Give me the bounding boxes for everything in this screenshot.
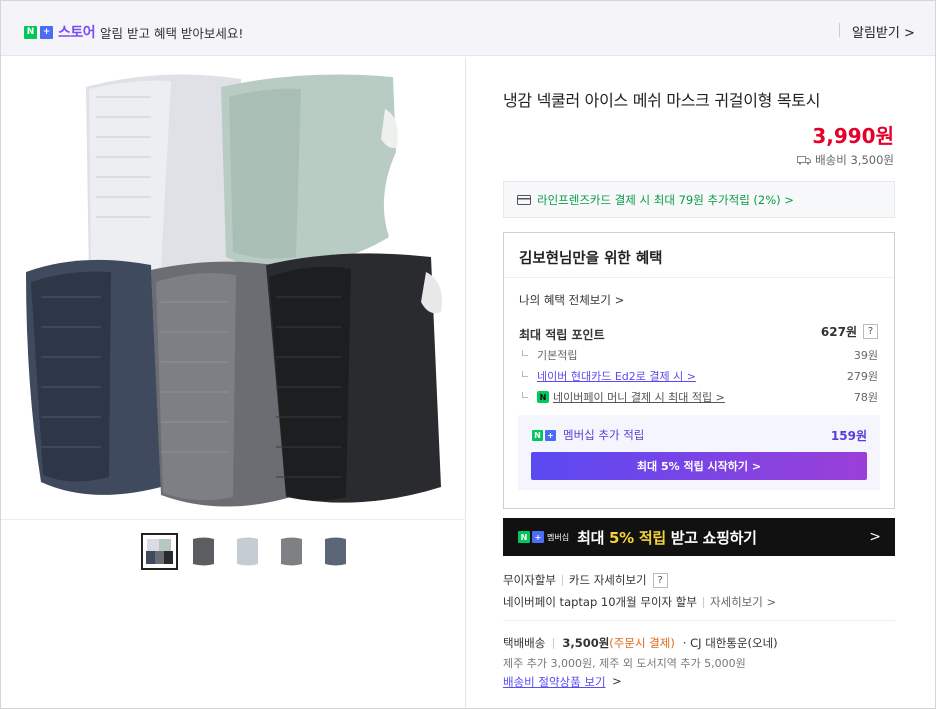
- nplus-icon: N +: [518, 531, 544, 543]
- thumbnail-2[interactable]: [185, 533, 222, 570]
- divider: [561, 574, 563, 586]
- tree-branch-icon: [522, 371, 528, 377]
- naver-pay-icon: N: [537, 391, 549, 403]
- max-points-label: 최대 적립 포인트: [519, 328, 605, 342]
- banner-text-suffix: 받고 쇼핑하기: [665, 528, 757, 547]
- delivery-extra-fee: 제주 추가 3,000원, 제주 외 도서지역 추가 5,000원: [503, 657, 746, 670]
- plus-icon: +: [545, 429, 556, 441]
- max-points-value: 627원: [820, 325, 857, 339]
- benefit-heading: 김보현님만을 위한 혜택: [519, 251, 663, 267]
- hyundai-card-link[interactable]: 네이버 현대카드 Ed2로 결제 시 >: [537, 368, 696, 384]
- topbar-message: 알림 받고 혜택 받아보세요!: [100, 26, 244, 41]
- help-icon[interactable]: ?: [863, 324, 878, 339]
- banner-text-prefix: 최대: [577, 528, 610, 547]
- naver-n-icon: N: [24, 25, 37, 39]
- divider: [1, 519, 466, 520]
- start-membership-button[interactable]: 최대 5% 적립 시작하기 >: [531, 452, 867, 480]
- banner-text: 최대 5% 적립 받고 쇼핑하기: [577, 527, 757, 548]
- basic-points-row: 기본적립: [522, 347, 577, 363]
- thumbnail-5[interactable]: [317, 533, 354, 570]
- hyundai-card-row: 네이버 현대카드 Ed2로 결제 시 >: [522, 368, 696, 384]
- npay-money-link[interactable]: 네이버페이 머니 결제 시 최대 적립 >: [553, 389, 725, 405]
- basic-points-label: 기본적립: [537, 349, 578, 362]
- store-label: 스토어: [58, 25, 96, 41]
- delivery-fee-note: (주문시 결제): [609, 636, 675, 650]
- product-title: 냉감 넥쿨러 아이스 메쉬 마스크 귀걸이형 목토시: [503, 91, 821, 110]
- thumbnail-3[interactable]: [229, 533, 266, 570]
- membership-box: N + 멤버십 추가 적립 159원 최대 5% 적립 시작하기 >: [518, 415, 880, 490]
- my-benefits-link[interactable]: 나의 혜택 전체보기 >: [519, 292, 624, 308]
- shipping-fee-text: 배송비 3,500원: [815, 153, 894, 167]
- card-detail-link[interactable]: 카드 자세히보기: [569, 572, 647, 588]
- delivery-fee-group: 3,500원(주문시 결제): [562, 635, 675, 651]
- membership-label-group: N + 멤버십 추가 적립: [532, 427, 644, 443]
- help-icon[interactable]: ?: [652, 572, 668, 588]
- delivery-row: 택배배송 3,500원(주문시 결제) · CJ 대한통운(오네): [503, 635, 778, 651]
- delivery-carrier: · CJ 대한통운(오네): [682, 636, 778, 650]
- banner-text-highlight: 5% 적립: [609, 528, 666, 547]
- installment-row: 무이자할부 카드 자세히보기 ?: [503, 572, 668, 588]
- naver-n-icon: N: [518, 531, 530, 543]
- bundle-products-link[interactable]: 배송비 절약상품 보기: [503, 674, 606, 690]
- installment-label: 무이자할부: [503, 573, 556, 587]
- npay-money-value: 78원: [853, 391, 878, 404]
- credit-card-icon: [517, 194, 531, 205]
- hyundai-card-value: 279원: [846, 370, 878, 383]
- chevron-right-icon: >: [869, 529, 881, 545]
- shipping-fee: 배송비 3,500원: [797, 152, 894, 168]
- nplus-store-logo[interactable]: N + 스토어: [24, 22, 96, 42]
- nplus-icon: N +: [532, 429, 556, 441]
- npay-installment-text: 네이버페이 taptap 10개월 무이자 할부: [503, 595, 697, 609]
- alarm-subscribe-button[interactable]: 알림받기 >: [852, 22, 915, 41]
- npay-money-row: N 네이버페이 머니 결제 시 최대 적립 >: [522, 389, 725, 405]
- divider: [504, 277, 894, 278]
- truck-icon: [797, 156, 812, 165]
- npay-installment-row: 네이버페이 taptap 10개월 무이자 할부 자세히보기 >: [503, 594, 776, 610]
- membership-banner[interactable]: N + 멤버십 최대 5% 적립 받고 쇼핑하기 >: [503, 518, 895, 556]
- chevron-right-icon: >: [612, 674, 622, 688]
- divider: [702, 596, 704, 608]
- card-promo-banner[interactable]: 라인프렌즈카드 결제 시 최대 79원 추가적립 (2%) >: [503, 181, 895, 218]
- membership-badge: 멤버십: [547, 532, 570, 542]
- product-main-image[interactable]: [1, 57, 466, 519]
- npay-detail-link[interactable]: 자세히보기 >: [710, 594, 776, 610]
- divider: [503, 620, 895, 621]
- divider: [553, 637, 555, 649]
- store-topbar: N + 스토어 알림 받고 혜택 받아보세요! 알림받기 >: [1, 1, 935, 56]
- thumbnail-1[interactable]: [141, 533, 178, 570]
- membership-label: 멤버십 추가 적립: [563, 428, 645, 442]
- delivery-type: 택배배송: [503, 636, 546, 650]
- membership-value: 159원: [830, 429, 867, 443]
- plus-icon: +: [40, 25, 53, 39]
- tree-branch-icon: [522, 392, 528, 398]
- card-promo-text: 라인프렌즈카드 결제 시 최대 79원 추가적립 (2%) >: [537, 192, 794, 207]
- plus-icon: +: [532, 531, 544, 543]
- basic-points-value: 39원: [853, 349, 878, 362]
- max-points: 627원 ?: [821, 323, 878, 340]
- thumbnail-4[interactable]: [273, 533, 310, 570]
- tree-branch-icon: [522, 350, 528, 356]
- product-gallery: [1, 57, 466, 708]
- divider: [839, 23, 840, 37]
- thumbnail-strip: [141, 533, 354, 570]
- naver-n-icon: N: [532, 429, 543, 441]
- delivery-fee: 3,500원: [562, 636, 610, 650]
- benefit-panel: 김보현님만을 위한 혜택 나의 혜택 전체보기 > 최대 적립 포인트 627원…: [503, 232, 895, 509]
- product-price: 3,990원: [812, 124, 894, 148]
